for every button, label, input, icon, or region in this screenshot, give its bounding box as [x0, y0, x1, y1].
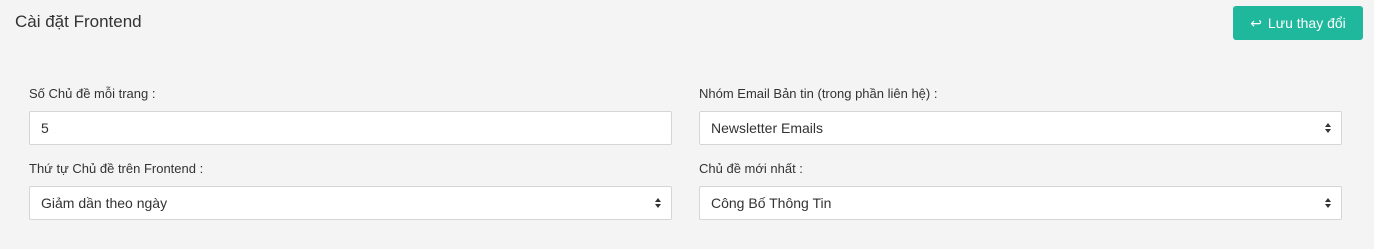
select-caret-icon: [655, 198, 661, 208]
return-arrow-icon: ↩: [1250, 15, 1262, 31]
save-button-label: Lưu thay đổi: [1267, 15, 1346, 31]
page-title: Cài đặt Frontend: [15, 12, 142, 31]
latest-topic-label: Chủ đề mới nhất :: [699, 161, 803, 176]
newsletter-group-select[interactable]: Newsletter Emails: [699, 111, 1342, 145]
newsletter-group-label: Nhóm Email Bản tin (trong phần liên hệ) …: [699, 86, 938, 101]
select-caret-icon: [1325, 198, 1331, 208]
topics-per-page-value: 5: [41, 120, 49, 136]
latest-topic-group: Chủ đề mới nhất : Công Bố Thông Tin: [699, 161, 1342, 220]
newsletter-group-group: Nhóm Email Bản tin (trong phần liên hệ) …: [699, 86, 1342, 145]
newsletter-group-value: Newsletter Emails: [711, 120, 824, 136]
topics-per-page-group: Số Chủ đề mỗi trang : 5: [29, 86, 672, 145]
topic-order-select[interactable]: Giảm dần theo ngày: [29, 186, 672, 220]
topic-order-label: Thứ tự Chủ đề trên Frontend :: [29, 161, 204, 176]
topics-per-page-input[interactable]: 5: [29, 111, 672, 145]
topics-per-page-label: Số Chủ đề mỗi trang :: [29, 86, 156, 101]
latest-topic-select[interactable]: Công Bố Thông Tin: [699, 186, 1342, 220]
latest-topic-value: Công Bố Thông Tin: [711, 195, 832, 211]
topic-order-group: Thứ tự Chủ đề trên Frontend : Giảm dần t…: [29, 161, 672, 220]
save-changes-button[interactable]: ↩ Lưu thay đổi: [1233, 6, 1363, 40]
topic-order-value: Giảm dần theo ngày: [41, 195, 168, 211]
select-caret-icon: [1325, 123, 1331, 133]
